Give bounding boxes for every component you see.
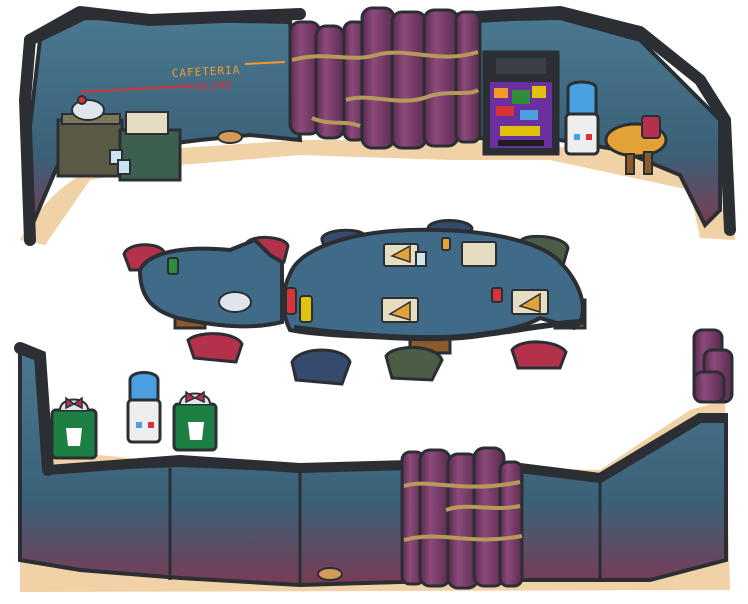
water-cooler-top — [564, 80, 600, 156]
vending-machine — [482, 50, 560, 156]
soda-can-icon — [167, 257, 179, 275]
top-pipe-cluster — [288, 6, 482, 150]
bottom-pipe-cluster — [400, 446, 524, 590]
trash-can-right[interactable] — [172, 390, 218, 452]
cafeteria-tables — [122, 219, 587, 386]
right-table — [281, 227, 585, 341]
game-scene: CAFETERIA ENGINE — [14, 6, 736, 592]
recycle-icon — [66, 428, 82, 446]
trash-can-left[interactable] — [50, 396, 98, 460]
plate — [218, 291, 252, 313]
lamp-icon — [71, 99, 105, 121]
ketchup-bottle-icon — [285, 287, 297, 315]
food-tray-3 — [381, 297, 419, 323]
left-table — [137, 237, 284, 329]
sign-engine-text: ENGINE — [187, 79, 233, 94]
stools-front — [186, 332, 568, 386]
food-tray-1 — [383, 243, 419, 267]
top-room: CAFETERIA ENGINE — [18, 6, 736, 246]
mustard-bottle-icon — [299, 295, 313, 323]
corner-pipes — [692, 328, 734, 404]
bottom-room — [14, 328, 734, 592]
food-tray-2 — [461, 241, 497, 267]
food-tray-4 — [511, 289, 549, 315]
water-cooler-bottom[interactable] — [126, 371, 162, 444]
